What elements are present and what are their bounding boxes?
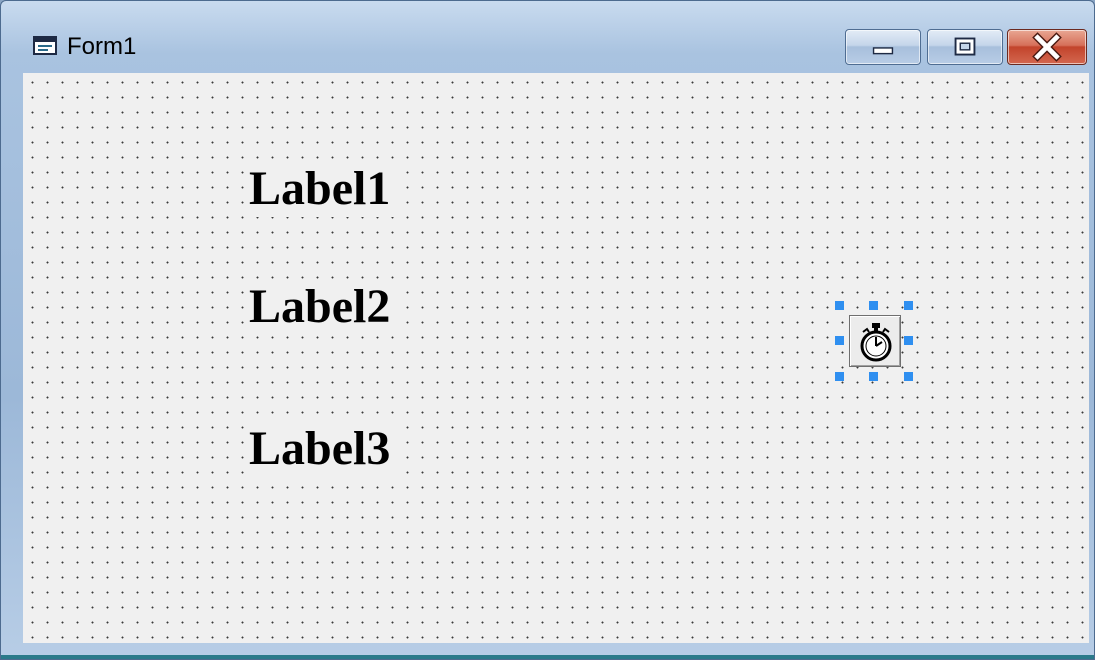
selection-handle-right[interactable] xyxy=(904,336,913,345)
selection-handle-top-right[interactable] xyxy=(904,301,913,310)
close-button[interactable] xyxy=(1007,29,1087,65)
maximize-button[interactable] xyxy=(927,29,1003,65)
selection-handle-top[interactable] xyxy=(869,301,878,310)
form-design-surface[interactable]: Label1 Label2 Label3 xyxy=(23,73,1089,643)
selection-handle-bottom-right[interactable] xyxy=(904,372,913,381)
title-bar[interactable]: Form1 xyxy=(1,1,1094,73)
selection-handle-bottom[interactable] xyxy=(869,372,878,381)
form-window: Form1 Label1 Label2 Label3 xyxy=(0,0,1095,660)
minimize-button[interactable] xyxy=(845,29,921,65)
close-icon xyxy=(1032,32,1062,62)
label3[interactable]: Label3 xyxy=(245,421,395,477)
timer-control[interactable] xyxy=(849,315,901,367)
selection-handle-left[interactable] xyxy=(835,336,844,345)
minimize-icon xyxy=(872,47,894,55)
selection-handle-bottom-left[interactable] xyxy=(835,372,844,381)
stopwatch-icon xyxy=(860,323,892,362)
window-bottom-edge xyxy=(1,655,1094,659)
selection-handle-top-left[interactable] xyxy=(835,301,844,310)
maximize-icon xyxy=(954,37,976,56)
label2[interactable]: Label2 xyxy=(245,279,395,335)
window-title: Form1 xyxy=(67,33,137,60)
label1[interactable]: Label1 xyxy=(245,161,395,217)
form-icon xyxy=(33,36,57,55)
